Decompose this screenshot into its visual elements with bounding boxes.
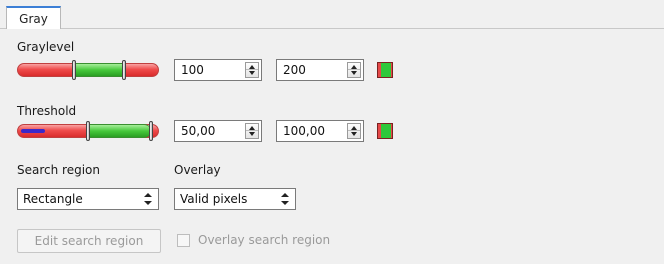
threshold-indicator-bar bbox=[21, 129, 45, 133]
overlay-search-region-checkbox[interactable] bbox=[177, 234, 190, 247]
graylevel-slider-low-handle[interactable] bbox=[72, 60, 77, 80]
graylevel-max-value: 200 bbox=[283, 63, 306, 77]
graylevel-slider-high-handle[interactable] bbox=[121, 60, 126, 80]
threshold-min-spinbox[interactable]: 50,00 bbox=[174, 120, 262, 142]
threshold-range-slider[interactable] bbox=[17, 121, 159, 141]
edit-search-region-button[interactable]: Edit search region bbox=[17, 229, 161, 253]
tab-gray-label: Gray bbox=[19, 11, 48, 26]
graylevel-range-slider[interactable] bbox=[17, 60, 159, 80]
threshold-label: Threshold bbox=[17, 104, 77, 118]
threshold-slider-high-handle[interactable] bbox=[149, 121, 153, 141]
threshold-max-stepper-icon[interactable] bbox=[347, 123, 361, 139]
threshold-max-value: 100,00 bbox=[283, 124, 325, 138]
graylevel-min-value: 100 bbox=[181, 63, 204, 77]
overlay-select[interactable]: Valid pixels bbox=[174, 188, 296, 210]
threshold-max-spinbox[interactable]: 100,00 bbox=[276, 120, 364, 142]
search-region-label: Search region bbox=[17, 163, 100, 177]
tab-bar: Gray bbox=[0, 0, 664, 30]
threshold-min-stepper-icon[interactable] bbox=[245, 123, 259, 139]
threshold-color-swatch-icon[interactable] bbox=[377, 123, 393, 139]
chevron-updown-icon bbox=[144, 193, 152, 205]
graylevel-min-spinbox[interactable]: 100 bbox=[174, 59, 262, 81]
threshold-slider-selected-range bbox=[88, 124, 151, 138]
graylevel-slider-selected-range bbox=[74, 63, 124, 77]
threshold-slider-low-handle[interactable] bbox=[86, 121, 90, 141]
graylevel-color-swatch-icon[interactable] bbox=[377, 62, 393, 78]
graylevel-max-spinbox[interactable]: 200 bbox=[276, 59, 364, 81]
tab-bar-divider bbox=[0, 28, 664, 29]
tab-gray[interactable]: Gray bbox=[6, 6, 61, 29]
graylevel-min-stepper-icon[interactable] bbox=[245, 62, 259, 78]
graylevel-label: Graylevel bbox=[17, 40, 75, 54]
search-region-select[interactable]: Rectangle bbox=[17, 188, 159, 210]
graylevel-max-stepper-icon[interactable] bbox=[347, 62, 361, 78]
overlay-label: Overlay bbox=[174, 163, 221, 177]
overlay-selected-value: Valid pixels bbox=[180, 192, 248, 206]
chevron-updown-icon bbox=[281, 193, 289, 205]
threshold-min-value: 50,00 bbox=[181, 124, 216, 138]
search-region-selected-value: Rectangle bbox=[23, 192, 83, 206]
overlay-search-region-label: Overlay search region bbox=[198, 233, 331, 247]
